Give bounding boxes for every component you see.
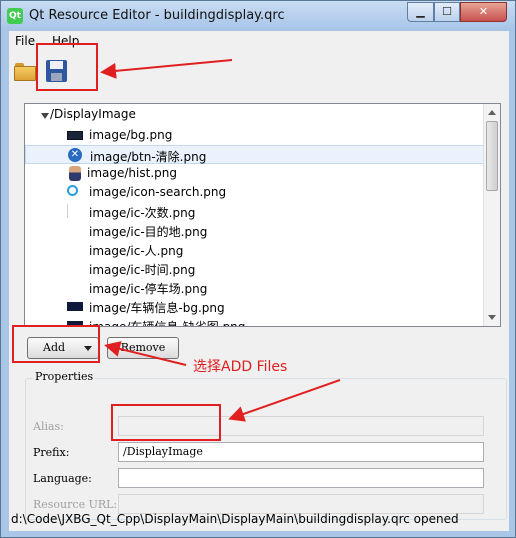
language-label: Language: [33,472,92,485]
annotation-box-save [36,43,98,91]
menu-file[interactable]: File [15,34,35,48]
status-bar: d:\Code\JXBG_Qt_Cpp\DisplayMain\DisplayM… [11,512,459,526]
file-name: image/车辆信息-缺省图.png [89,320,246,327]
open-folder-icon[interactable] [11,57,39,85]
scroll-down-arrow-icon[interactable] [488,315,496,320]
client-area: File Help /DisplayImage image/bg.png ✕ i… [9,31,509,531]
file-name: image/ic-目的地.png [89,225,208,239]
tree-file-row[interactable]: image/ic-人.png [25,240,485,259]
search-thumbnail-icon [67,185,78,196]
blank-thumbnail-icon [67,223,83,237]
x-circle-thumbnail-icon: ✕ [68,148,82,162]
annotation-box-prefix [111,404,221,441]
file-name: image/ic-次数.png [89,206,196,220]
title-bar[interactable]: Qt Qt Resource Editor - buildingdisplay.… [1,1,515,31]
scrollbar-thumb[interactable] [486,121,498,191]
language-field[interactable] [118,468,484,488]
prefix-field[interactable]: /DisplayImage [118,442,484,462]
tree-file-row[interactable]: image/ic-目的地.png [25,221,485,240]
tree-file-row[interactable]: image/bg.png [25,126,485,145]
file-name: image/ic-人.png [89,244,184,258]
navy-thumbnail-icon [67,302,83,311]
tree-file-row[interactable]: image/ic-次数.png [25,202,485,221]
prefix-label: /DisplayImage [50,107,136,121]
file-name: image/ic-停车场.png [89,282,208,296]
blank-thumbnail-icon [67,242,83,256]
annotation-text: 选择ADD Files [193,359,288,375]
minimize-button[interactable]: ▁ [407,2,434,22]
file-name: image/bg.png [89,128,173,142]
prefix-label: Prefix: [33,446,70,459]
close-button[interactable]: ✕ [460,2,507,22]
file-name: image/btn-清除.png [90,150,207,164]
blank-thumbnail-icon [67,261,83,275]
scroll-up-arrow-icon[interactable] [488,110,496,115]
expand-arrow-icon[interactable] [41,113,49,119]
tree-file-row[interactable]: image/ic-时间.png [25,259,485,278]
file-name: image/ic-时间.png [89,263,196,277]
maximize-button[interactable]: ☐ [434,2,460,22]
window-title: Qt Resource Editor - buildingdisplay.qrc [29,8,285,23]
resource-tree[interactable]: /DisplayImage image/bg.png ✕ image/btn-清… [24,103,501,327]
tree-file-row[interactable]: image/ic-停车场.png [25,278,485,297]
properties-group: Properties Alias: Prefix: /DisplayImage … [25,370,507,522]
remove-button[interactable]: Remove [107,337,179,359]
blank-thumbnail-icon [67,280,83,294]
tree-file-row-selected[interactable]: ✕ image/btn-清除.png [25,145,485,164]
tree-file-row[interactable]: image/车辆信息-bg.png [25,297,485,316]
file-name: image/icon-search.png [89,185,227,199]
dark-image-thumbnail-icon [67,131,83,140]
person-thumbnail-icon [69,166,81,181]
alias-label: Alias: [33,420,64,433]
faint-thumbnail-icon [67,204,69,218]
qt-logo-icon: Qt [7,8,23,24]
tree-file-row[interactable]: image/hist.png [25,164,485,183]
tree-file-row[interactable]: image/icon-search.png [25,183,485,202]
file-name: image/hist.png [87,166,177,180]
file-name: image/车辆信息-bg.png [89,301,225,315]
vertical-scrollbar[interactable] [483,104,500,326]
properties-title: Properties [33,370,96,383]
annotation-box-add [12,325,100,363]
